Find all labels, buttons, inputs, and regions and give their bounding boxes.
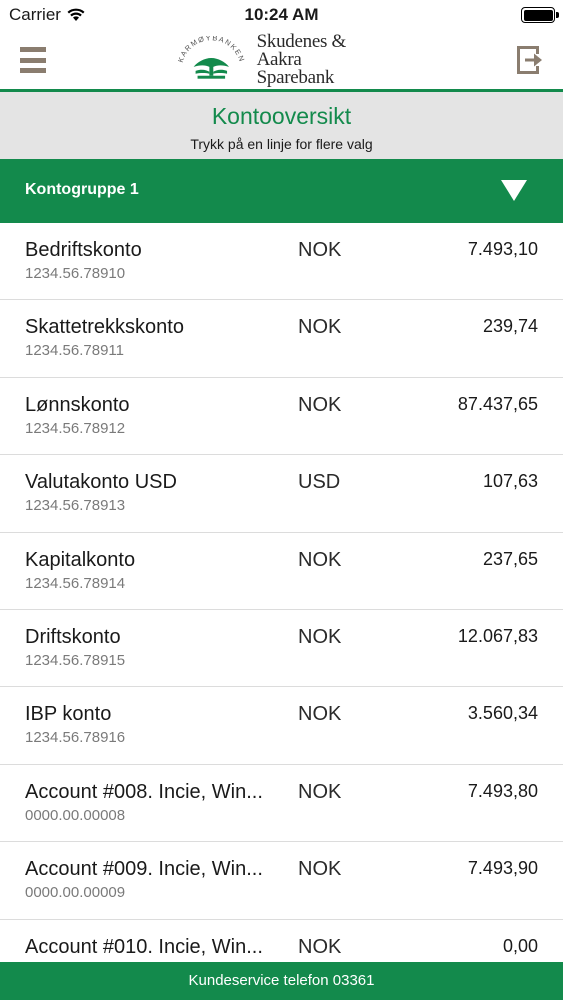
bank-name-line2: Sparebank [256, 67, 335, 88]
account-group-header[interactable]: Kontogruppe 1 [0, 159, 563, 223]
account-row[interactable]: Lønnskonto 1234.56.78912 NOK 87.437,65 [0, 378, 563, 456]
account-row[interactable]: Account #008. Incie, Win... 0000.00.0000… [0, 765, 563, 843]
account-number: 0000.00.00009 [25, 884, 126, 902]
account-number: 1234.56.78913 [25, 497, 126, 515]
account-number: 1234.56.78914 [25, 574, 126, 592]
hamburger-menu-icon[interactable] [20, 47, 46, 73]
app-header: KARMØYBANKEN Skudenes & Aakra Sparebank [0, 30, 563, 90]
account-name: Lønnskonto [25, 393, 130, 416]
bank-name: Skudenes & Aakra Sparebank [256, 31, 392, 88]
status-bar: Carrier 10:24 AM [0, 0, 563, 30]
clock: 10:24 AM [244, 5, 319, 24]
customer-service-phone[interactable]: Kundeservice telefon 03361 [0, 962, 563, 1000]
account-name: Skattetrekkskonto [25, 316, 184, 339]
account-currency: NOK [298, 239, 342, 261]
account-balance: 7.493,80 [467, 780, 538, 801]
page-subtitle: Trykk på en linje for flere valg [190, 136, 373, 152]
page-title: Kontooversikt [211, 103, 352, 129]
account-row[interactable]: Account #009. Incie, Win... 0000.00.0000… [0, 842, 563, 920]
bank-logo-icon: KARMØYBANKEN [176, 36, 245, 79]
account-number: 1234.56.78915 [25, 651, 126, 669]
account-currency: NOK [298, 316, 342, 339]
account-balance: 7.493,10 [467, 239, 538, 259]
account-row[interactable]: Kapitalkonto 1234.56.78914 NOK 237,65 [0, 533, 563, 610]
account-currency: USD [298, 471, 341, 494]
account-balance: 107,63 [482, 471, 538, 492]
bank-name-line1: Skudenes & Aakra [256, 31, 347, 70]
account-balance: 237,65 [482, 548, 538, 569]
account-currency: NOK [298, 548, 342, 571]
account-name: Account #008. Incie, Win... [25, 780, 263, 803]
account-name: Driftskonto [25, 625, 121, 648]
account-balance: 239,74 [482, 316, 538, 337]
account-number: 1234.56.78910 [25, 265, 126, 282]
account-number: 1234.56.78911 [25, 342, 124, 360]
account-balance: 0,00 [502, 935, 538, 956]
account-balance: 3.560,34 [467, 703, 538, 724]
account-currency: NOK [298, 393, 342, 416]
battery-icon [521, 7, 559, 23]
account-currency: NOK [298, 780, 342, 803]
account-row[interactable]: Bedriftskonto 1234.56.78910 NOK 7.493,10 [0, 223, 563, 301]
account-name: Valutakonto USD [25, 471, 177, 494]
account-name: Account #009. Incie, Win... [25, 858, 263, 881]
logout-icon[interactable] [517, 46, 543, 74]
account-list: Bedriftskonto 1234.56.78910 NOK 7.493,10… [0, 223, 563, 997]
account-currency: NOK [298, 625, 342, 648]
account-name: Kapitalkonto [25, 548, 136, 571]
bank-logo: KARMØYBANKEN Skudenes & Aakra Sparebank [172, 31, 392, 88]
account-row[interactable]: Skattetrekkskonto 1234.56.78911 NOK 239,… [0, 300, 563, 378]
account-currency: NOK [298, 858, 342, 881]
account-row[interactable]: Driftskonto 1234.56.78915 NOK 12.067,83 [0, 610, 563, 688]
account-row[interactable]: IBP konto 1234.56.78916 NOK 3.560,34 [0, 687, 563, 765]
account-balance: 7.493,90 [467, 858, 538, 879]
account-number: 1234.56.78912 [25, 419, 126, 437]
triangle-down-icon[interactable] [501, 180, 527, 201]
title-section: Kontooversikt Trykk på en linje for fler… [0, 92, 563, 159]
account-number: 0000.00.00008 [25, 806, 126, 824]
account-balance: 87.437,65 [457, 393, 538, 414]
account-currency: NOK [298, 935, 342, 958]
account-name: IBP konto [25, 703, 112, 726]
account-name: Bedriftskonto [25, 239, 142, 261]
account-currency: NOK [298, 703, 342, 726]
account-row[interactable]: Valutakonto USD 1234.56.78913 USD 107,63 [0, 455, 563, 533]
account-name: Account #010. Incie, Win... [25, 935, 263, 958]
account-number: 1234.56.78916 [25, 729, 126, 747]
account-balance: 12.067,83 [457, 625, 538, 646]
footer-bar[interactable]: Kundeservice telefon 03361 [0, 962, 563, 1000]
account-group-label: Kontogruppe 1 [25, 181, 139, 198]
